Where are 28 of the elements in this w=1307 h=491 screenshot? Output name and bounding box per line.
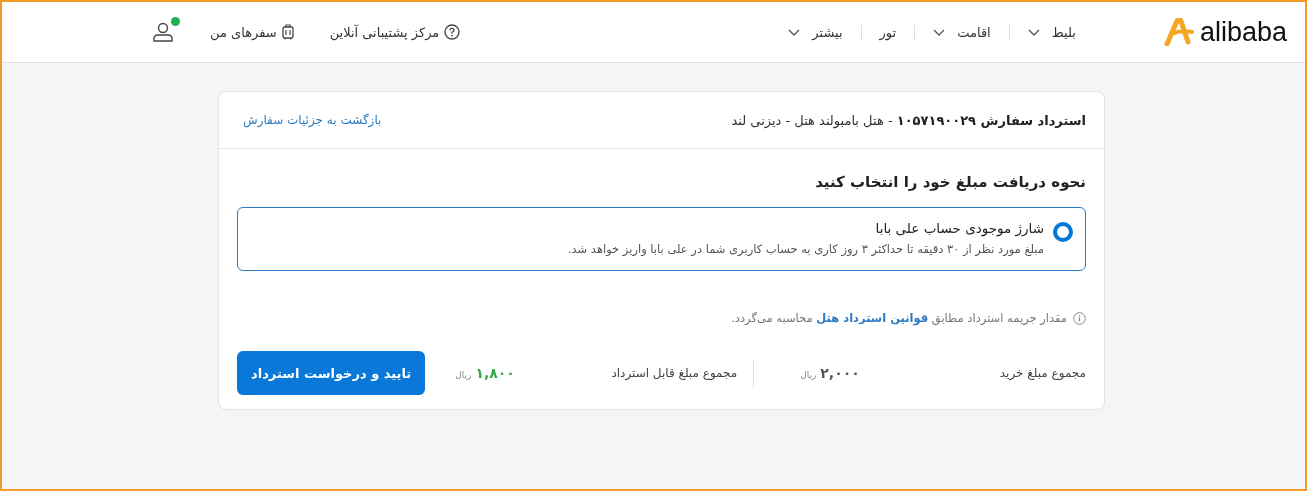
amount-label: مجموع مبلغ قابل استرداد	[611, 366, 738, 380]
amount-value: ۱,۸۰۰	[475, 365, 515, 381]
section-heading: نحوه دریافت مبلغ خود را انتخاب کنید	[814, 173, 1086, 191]
option-title: شارژ موجودی حساب علی بابا	[874, 220, 1044, 236]
logo-text[interactable]: alibaba	[1199, 16, 1287, 48]
help-icon	[444, 24, 461, 40]
suitcase-icon	[281, 24, 294, 40]
nav-menu-item[interactable]: بیشتر	[770, 24, 862, 40]
user-icon[interactable]	[152, 21, 174, 43]
order-title: استرداد سفارش ۱۰۵۷۱۹۰۰۲۹ - هتل بامبولند هتل - دیزنی لند	[731, 112, 1086, 128]
currency-label: ریال	[800, 370, 817, 380]
penalty-note: مقدار جریمه استرداد مطابق قوانین استرداد هتل محاسبه می‌گردد.	[731, 311, 1067, 325]
nav-menu-item[interactable]: تور	[861, 24, 916, 40]
amount-label: مجموع مبلغ خرید	[999, 366, 1086, 380]
payment-option[interactable]: شارژ موجودی حساب علی بابا مبلغ مورد نظر از ۳۰ دقیقه تا حداکثر ۳ روز کاری به حساب کاربری شما در علی بابا واریز خواهد شد.	[237, 207, 1086, 271]
option-description: مبلغ مورد نظر از ۳۰ دقیقه تا حداکثر ۳ روز کاری به حساب کاربری شما در علی بابا واریز خواهد شد.	[567, 242, 1044, 256]
radio-button[interactable]	[1053, 222, 1073, 242]
submit-button[interactable]: تایید و درخواست استرداد	[237, 351, 426, 395]
amount-value: ۲,۰۰۰	[820, 365, 860, 381]
refund-rules-link[interactable]: قوانین استرداد هتل	[816, 311, 929, 325]
info-icon	[1073, 311, 1086, 325]
back-link[interactable]: بازگشت به جزئیات سفارش	[243, 113, 382, 127]
my-trips-link[interactable]: سفرهای من	[210, 24, 294, 40]
currency-label: ریال	[455, 370, 472, 380]
support-link[interactable]: مرکز پشتیبانی آنلاین	[329, 24, 461, 40]
nav-menu-item[interactable]: بلیط	[1009, 24, 1094, 40]
logo-icon	[1163, 18, 1194, 46]
nav-menu-item[interactable]: اقامت	[915, 24, 1010, 40]
